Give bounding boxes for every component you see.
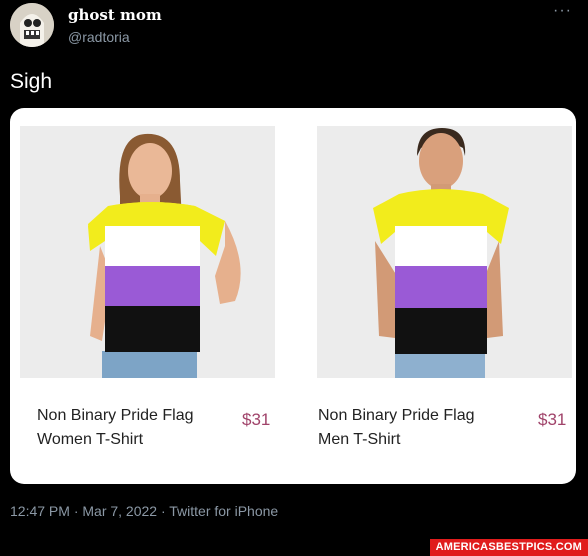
- watermark-label: AMERICASBESTPICS.COM: [429, 539, 588, 556]
- product-name-women[interactable]: Non Binary Pride Flag Women T-Shirt: [37, 404, 227, 452]
- tweet-timestamp[interactable]: 12:47 PM · Mar 7, 2022 · Twitter for iPh…: [10, 503, 278, 519]
- product-image-men: [317, 126, 572, 378]
- more-options-icon[interactable]: ···: [553, 2, 572, 20]
- author-name[interactable]: ghost mom: [68, 6, 162, 24]
- product-price-men: $31: [538, 410, 567, 429]
- product-image-women: [20, 126, 275, 378]
- attached-image[interactable]: Non Binary Pride Flag Women T-Shirt $31 …: [10, 108, 576, 484]
- tweet-text: Sigh: [10, 70, 53, 93]
- product-price-women: $31: [242, 410, 271, 429]
- author-handle[interactable]: @radtoria: [68, 29, 130, 45]
- product-name-men[interactable]: Non Binary Pride Flag Men T-Shirt: [318, 404, 508, 452]
- author-avatar[interactable]: [10, 3, 54, 47]
- avatar-ghost-icon: [10, 3, 54, 47]
